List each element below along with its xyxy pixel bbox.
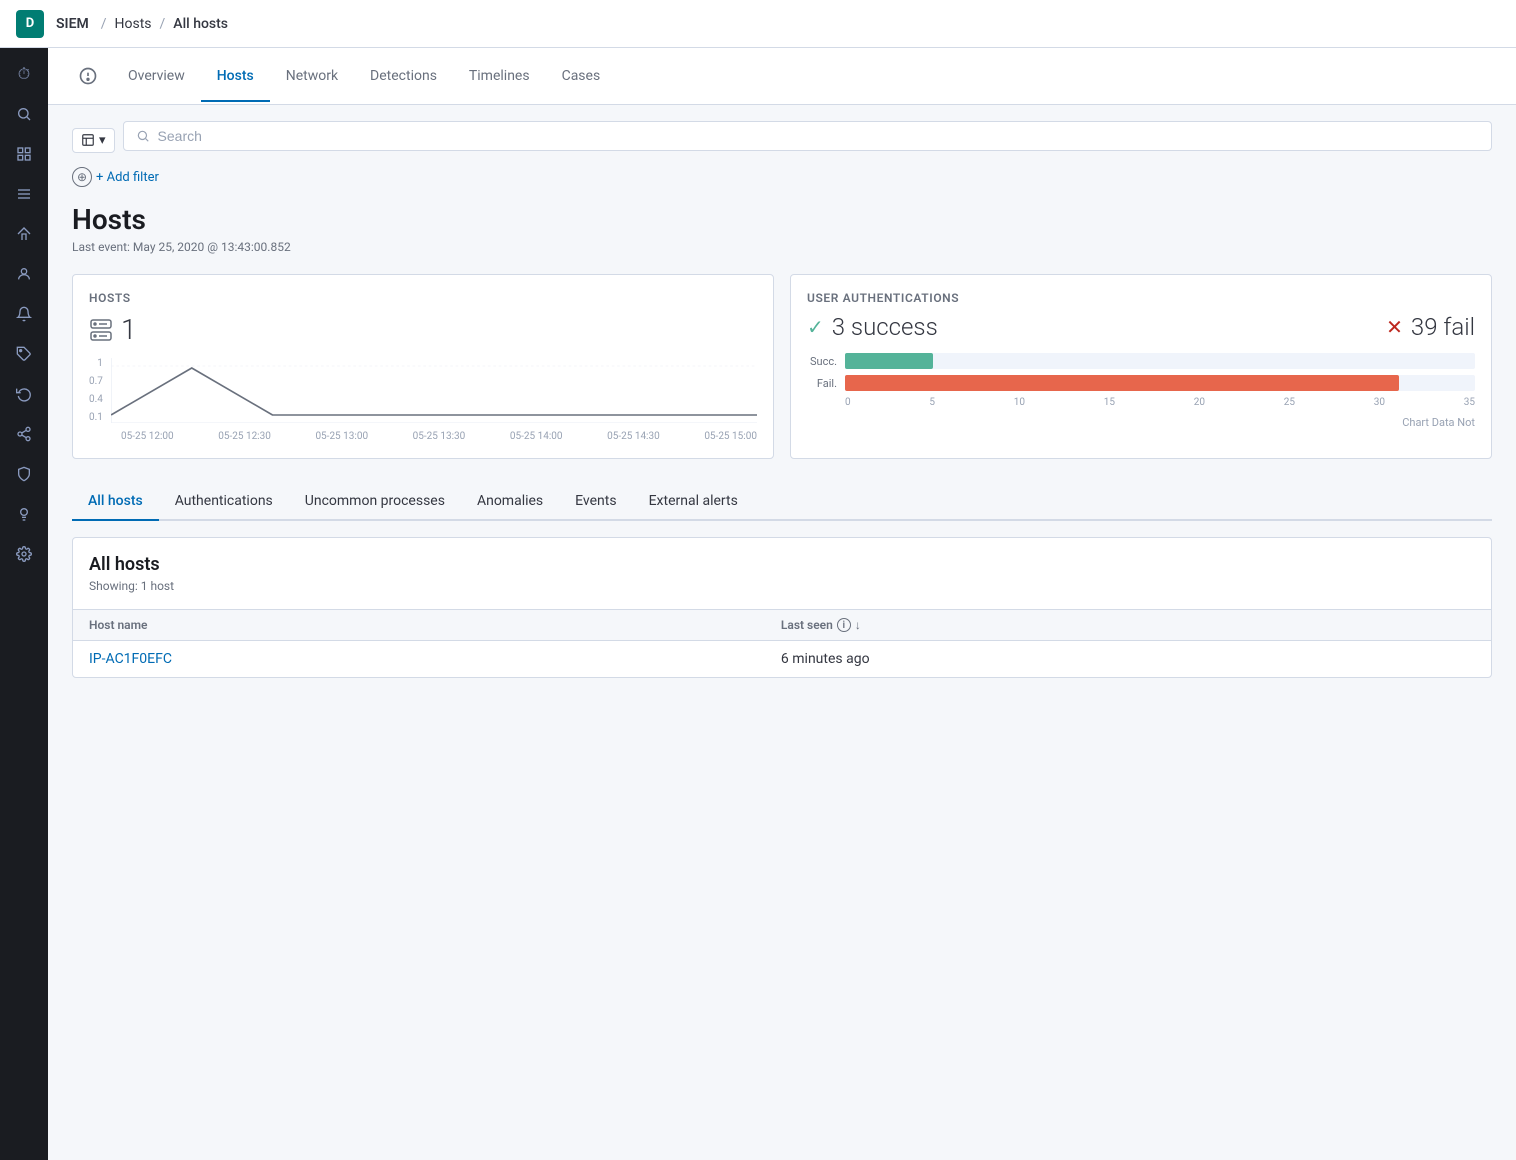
breadcrumb-sep-1: / [101,16,107,32]
hosts-count-value: 1 [89,313,757,346]
hosts-line-chart: 1 0.7 0.4 0.1 [89,358,757,442]
bar-row-success: Succ. [807,353,1475,369]
sidebar-home-icon[interactable] [6,216,42,252]
bar-track-success [845,353,1475,369]
table-row: IP-AC1F0EFC 6 minutes ago [73,641,1491,678]
tab-external-alerts[interactable]: External alerts [633,483,754,521]
sidebar-refresh-icon[interactable] [6,376,42,412]
tab-cases[interactable]: Cases [546,52,617,102]
nav-security-icon [72,48,104,104]
table-card-header: All hosts Showing: 1 host [73,538,1491,610]
sidebar-clock-icon[interactable]: ⏱ [6,56,42,92]
sidebar-connect-icon[interactable] [6,416,42,452]
sidebar-bell-icon[interactable] [6,296,42,332]
bar-fill-success [845,353,933,369]
sidebar-settings-icon[interactable] [6,536,42,572]
search-input[interactable] [158,128,1479,144]
auth-success: ✓ 3 success [807,313,938,341]
hosts-table: Host name Last seen i ↓ [73,610,1491,677]
bar-label-success: Succ. [807,355,837,368]
tab-all-hosts[interactable]: All hosts [72,483,159,521]
th-host-name: Host name [73,610,765,641]
tab-uncommon-processes[interactable]: Uncommon processes [289,483,461,521]
sidebar-tag-icon[interactable] [6,336,42,372]
sidebar-list-icon[interactable] [6,176,42,212]
host-link[interactable]: IP-AC1F0EFC [89,651,172,667]
tab-authentications[interactable]: Authentications [159,483,289,521]
last-seen-cell: 6 minutes ago [765,641,1491,678]
add-filter-button[interactable]: + Add filter [96,170,159,185]
field-selector[interactable]: ▾ [72,128,115,153]
table-subtitle: Showing: 1 host [89,579,1475,593]
filter-icon[interactable]: ⊕ [72,167,92,187]
sidebar-bulb-icon[interactable] [6,496,42,532]
breadcrumb-all-hosts: All hosts [173,16,228,32]
info-icon[interactable]: i [837,618,851,632]
main-content: Overview Hosts Network Detections Timeli… [48,48,1516,1160]
page-title: Hosts [72,203,1492,236]
sort-down-icon[interactable]: ↓ [855,618,861,632]
x-icon: ✕ [1386,315,1403,339]
sidebar-search-icon[interactable] [6,96,42,132]
hosts-server-icon [89,318,113,342]
tab-detections[interactable]: Detections [354,52,453,102]
tab-network[interactable]: Network [270,52,354,102]
hosts-card-title: Hosts [89,291,757,305]
hosts-stat-card: Hosts 1 [72,274,774,459]
breadcrumb-hosts[interactable]: Hosts [115,16,152,32]
auth-stat-card: User authentications ✓ 3 success ✕ 39 fa… [790,274,1492,459]
check-icon: ✓ [807,315,824,339]
search-icon [136,129,150,143]
filter-bar: ⊕ + Add filter [72,167,1492,187]
tab-overview[interactable]: Overview [112,52,201,102]
bar-track-fail [845,375,1475,391]
sidebar-dashboard-icon[interactable] [6,136,42,172]
auth-fail: ✕ 39 fail [1386,313,1475,341]
bar-row-fail: Fail. [807,375,1475,391]
tab-anomalies[interactable]: Anomalies [461,483,559,521]
sidebar: ⏱ [0,48,48,1160]
auth-card-title: User authentications [807,291,1475,305]
app-logo: D [16,10,44,38]
table-header-row: Host name Last seen i ↓ [73,610,1491,641]
tab-timelines[interactable]: Timelines [453,52,546,102]
tab-events[interactable]: Events [559,483,632,521]
top-bar: D SIEM / Hosts / All hosts [0,0,1516,48]
table-title: All hosts [89,554,1475,575]
bar-label-fail: Fail. [807,377,837,390]
auth-bar-chart: Succ. Fail. 0 [807,353,1475,408]
last-event: Last event: May 25, 2020 @ 13:43:00.852 [72,240,1492,254]
breadcrumb-sep-2: / [160,16,166,32]
section-tabs: All hosts Authentications Uncommon proce… [72,483,1492,521]
field-selector-chevron: ▾ [99,133,106,148]
sidebar-user-icon[interactable] [6,256,42,292]
nav-tabs: Overview Hosts Network Detections Timeli… [48,48,1516,105]
tab-hosts[interactable]: Hosts [201,52,270,102]
chart-not-available: Chart Data Not [807,416,1475,429]
all-hosts-table-card: All hosts Showing: 1 host Host name [72,537,1492,678]
bar-fill-fail [845,375,1399,391]
search-bar [123,121,1492,151]
brand-name: SIEM [56,16,89,32]
auth-stats: ✓ 3 success ✕ 39 fail [807,313,1475,341]
th-last-seen: Last seen i ↓ [765,610,1491,641]
sidebar-shield-icon[interactable] [6,456,42,492]
bar-x-labels: 0 5 10 15 20 25 30 35 [807,397,1475,408]
host-name-cell: IP-AC1F0EFC [73,641,765,678]
stats-row: Hosts 1 [72,274,1492,459]
